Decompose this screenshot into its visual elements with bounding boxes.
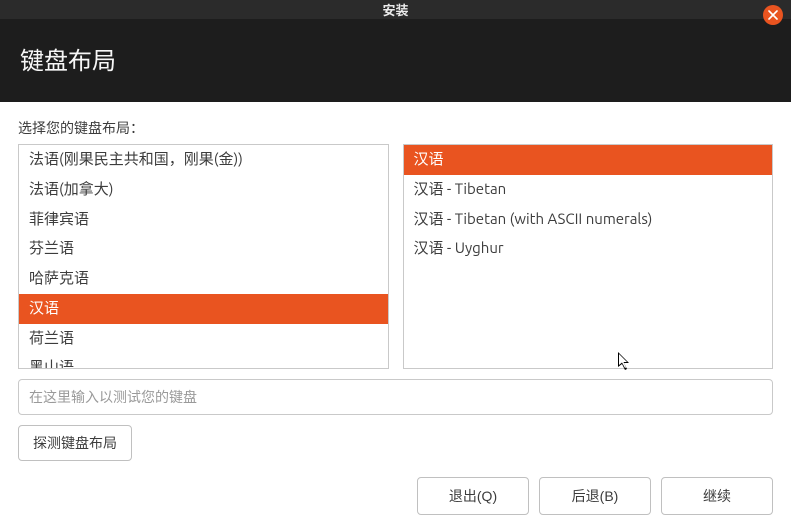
- variant-item[interactable]: 汉语 - Tibetan: [404, 175, 773, 205]
- close-icon: [768, 10, 778, 20]
- layout-item[interactable]: 法语(加拿大): [19, 175, 388, 205]
- keyboard-test-input[interactable]: [18, 379, 773, 415]
- detect-layout-button[interactable]: 探测键盘布局: [18, 425, 132, 461]
- layout-item[interactable]: 荷兰语: [19, 324, 388, 354]
- prompt-label: 选择您的键盘布局：: [18, 118, 773, 138]
- layout-item[interactable]: 法语(刚果民主共和国，刚果(金)): [19, 145, 388, 175]
- detect-row: 探测键盘布局: [18, 425, 773, 461]
- variant-list[interactable]: 汉语汉语 - Tibetan汉语 - Tibetan (with ASCII n…: [403, 144, 774, 369]
- variant-item[interactable]: 汉语 - Tibetan (with ASCII numerals): [404, 205, 773, 235]
- layout-item[interactable]: 芬兰语: [19, 234, 388, 264]
- layout-item[interactable]: 哈萨克语: [19, 264, 388, 294]
- installer-window: 安装 键盘布局 选择您的键盘布局： 法语(刚果民主共和国，刚果(金))法语(加拿…: [0, 0, 791, 520]
- titlebar: 安装: [0, 0, 791, 19]
- variant-item[interactable]: 汉语 - Uyghur: [404, 234, 773, 264]
- quit-button[interactable]: 退出(Q): [417, 477, 529, 515]
- layout-item[interactable]: 黑山语: [19, 353, 388, 369]
- page-header: 键盘布局: [0, 19, 791, 102]
- layout-list[interactable]: 法语(刚果民主共和国，刚果(金))法语(加拿大)菲律宾语芬兰语哈萨克语汉语荷兰语…: [18, 144, 389, 369]
- close-button[interactable]: [763, 5, 783, 25]
- layout-item[interactable]: 菲律宾语: [19, 205, 388, 235]
- footer-buttons: 退出(Q) 后退(B) 继续: [18, 461, 773, 515]
- layout-lists: 法语(刚果民主共和国，刚果(金))法语(加拿大)菲律宾语芬兰语哈萨克语汉语荷兰语…: [18, 144, 773, 369]
- content-area: 选择您的键盘布局： 法语(刚果民主共和国，刚果(金))法语(加拿大)菲律宾语芬兰…: [0, 102, 791, 520]
- continue-button[interactable]: 继续: [661, 477, 773, 515]
- page-title: 键盘布局: [20, 41, 771, 76]
- variant-item[interactable]: 汉语: [404, 145, 773, 175]
- window-title: 安装: [382, 0, 408, 19]
- back-button[interactable]: 后退(B): [539, 477, 651, 515]
- layout-item[interactable]: 汉语: [19, 294, 388, 324]
